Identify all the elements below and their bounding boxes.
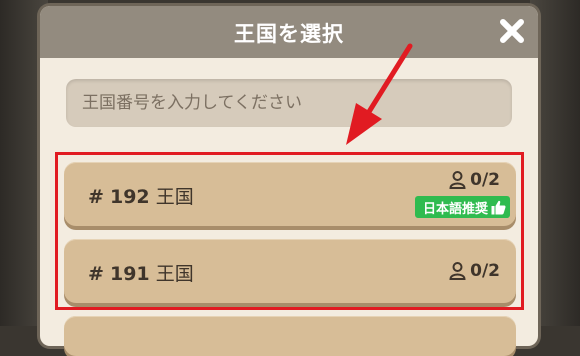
close-button[interactable] xyxy=(496,15,528,47)
kingdom-row-partial[interactable] xyxy=(64,316,516,356)
highlight-box xyxy=(55,152,524,310)
kingdom-number-input[interactable] xyxy=(66,79,512,127)
close-icon[interactable] xyxy=(496,15,528,47)
dialog-header: 王国を選択 xyxy=(40,6,538,58)
dialog-title: 王国を選択 xyxy=(234,22,344,46)
